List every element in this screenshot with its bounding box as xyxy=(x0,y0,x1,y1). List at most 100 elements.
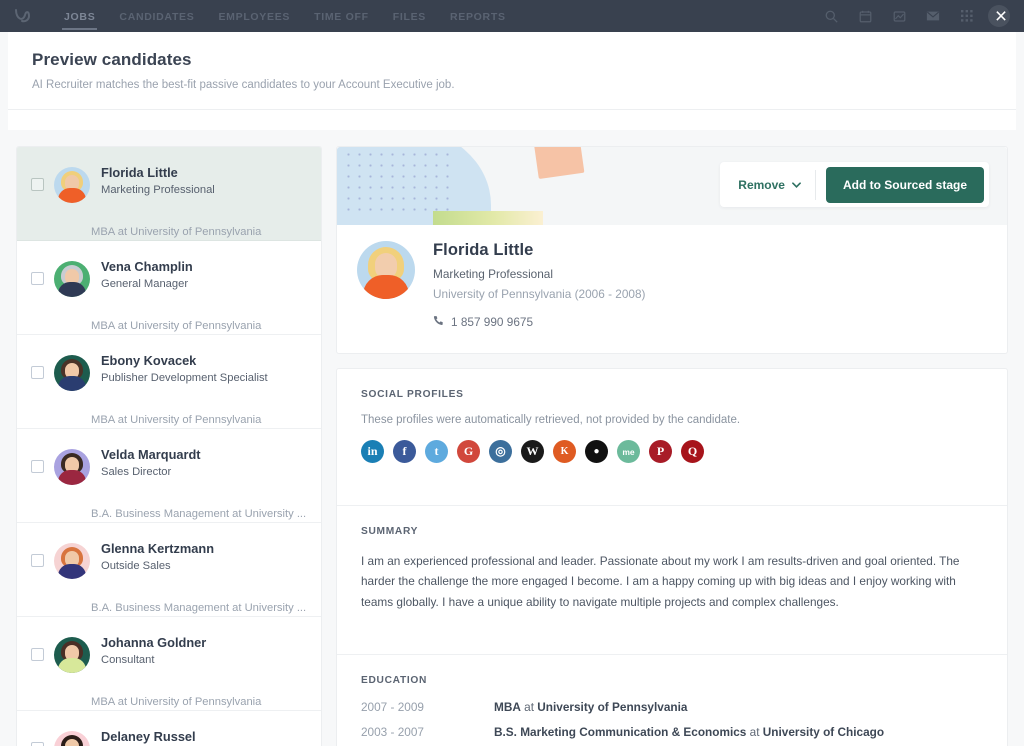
profile-name: Florida Little xyxy=(433,241,645,260)
profile-summary-block: Florida Little Marketing Professional Un… xyxy=(337,225,1007,353)
apps-grid-icon[interactable] xyxy=(950,0,984,32)
candidate-checkbox[interactable] xyxy=(31,554,44,567)
education-degree-line: MBA at University of Pennsylvania xyxy=(494,700,687,714)
klout-icon[interactable]: K xyxy=(553,440,576,463)
mail-icon[interactable] xyxy=(916,0,950,32)
candidate-title: Consultant xyxy=(101,654,307,666)
candidate-title: Sales Director xyxy=(101,466,307,478)
candidate-name: Johanna Goldner xyxy=(101,635,307,651)
linkedin-icon[interactable]: in xyxy=(361,440,384,463)
facebook-icon[interactable]: f xyxy=(393,440,416,463)
candidate-name: Delaney Russel xyxy=(101,729,307,745)
workable-logo-icon[interactable] xyxy=(0,8,52,24)
education-school: University of Pennsylvania xyxy=(537,700,687,714)
close-icon[interactable]: × xyxy=(988,3,1014,29)
education-degree: MBA xyxy=(494,700,521,714)
candidate-checkbox[interactable] xyxy=(31,366,44,379)
avatar xyxy=(54,167,90,203)
profile-details-card: SOCIAL PROFILES These profiles were auto… xyxy=(336,368,1008,746)
candidate-name: Florida Little xyxy=(101,165,307,181)
candidate-name: Ebony Kovacek xyxy=(101,353,307,369)
nav-item-files[interactable]: FILES xyxy=(381,2,438,31)
candidate-checkbox[interactable] xyxy=(31,272,44,285)
chevron-down-icon xyxy=(792,180,801,190)
education-row: 2003 - 2007 B.S. Marketing Communication… xyxy=(361,725,983,746)
candidate-row-ebony-kovacek[interactable]: Ebony Kovacek Publisher Development Spec… xyxy=(17,335,321,429)
candidate-row-johanna-goldner[interactable]: Johanna Goldner Consultant xyxy=(17,617,321,711)
aboutme-icon[interactable]: me xyxy=(617,440,640,463)
education-years: 2003 - 2007 xyxy=(361,725,494,739)
avatar xyxy=(54,543,90,579)
avatar xyxy=(54,261,90,297)
education-degree-line: B.S. Marketing Communication & Economics… xyxy=(494,725,884,739)
nav-item-candidates[interactable]: CANDIDATES xyxy=(107,2,206,31)
education-degree: B.S. Marketing Communication & Economics xyxy=(494,725,746,739)
profile-phone: 1 857 990 9675 xyxy=(451,315,533,329)
decorative-square xyxy=(534,147,585,179)
candidate-checkbox[interactable] xyxy=(31,178,44,191)
social-profiles-note: These profiles were automatically retrie… xyxy=(361,414,983,426)
search-icon[interactable] xyxy=(814,0,848,32)
summary-label: SUMMARY xyxy=(361,526,983,537)
remove-button[interactable]: Remove xyxy=(720,170,816,200)
candidate-title: Publisher Development Specialist xyxy=(101,372,307,384)
page-title: Preview candidates xyxy=(32,50,992,70)
candidate-row-delaney-russel[interactable]: Delaney Russel Marketing Coordinator xyxy=(17,711,321,746)
top-navigation-bar: JOBS CANDIDATES EMPLOYEES TIME OFF FILES… xyxy=(0,0,1024,32)
profile-hero-banner: Remove Add to Sourced stage xyxy=(337,147,1007,225)
education-at: at xyxy=(746,725,762,739)
pinterest-icon[interactable]: P xyxy=(649,440,672,463)
nav-item-time-off[interactable]: TIME OFF xyxy=(302,2,381,31)
avatar xyxy=(54,637,90,673)
education-years: 2007 - 2009 xyxy=(361,700,494,714)
candidate-detail-panel: Remove Add to Sourced stage Florida Litt xyxy=(336,146,1008,746)
modal-body: Florida Little Marketing Professional Ve… xyxy=(8,130,1016,746)
profile-action-bar: Remove Add to Sourced stage xyxy=(720,162,989,207)
add-to-sourced-stage-button[interactable]: Add to Sourced stage xyxy=(826,167,984,203)
profile-avatar xyxy=(357,241,415,299)
candidate-row-velda-marquardt[interactable]: Velda Marquardt Sales Director xyxy=(17,429,321,523)
summary-text: I am an experienced professional and lea… xyxy=(361,551,983,634)
phone-icon xyxy=(433,315,444,329)
quora-icon[interactable]: Q xyxy=(681,440,704,463)
candidate-checkbox[interactable] xyxy=(31,742,44,746)
candidate-name: Velda Marquardt xyxy=(101,447,307,463)
page-subtitle: AI Recruiter matches the best-fit passiv… xyxy=(32,79,992,91)
education-row: 2007 - 2009 MBA at University of Pennsyl… xyxy=(361,700,983,714)
nav-item-reports[interactable]: REPORTS xyxy=(438,2,518,31)
education-label: EDUCATION xyxy=(361,675,983,686)
decorative-bar xyxy=(433,211,543,225)
candidate-row-glenna-kertzmann[interactable]: Glenna Kertzmann Outside Sales xyxy=(17,523,321,617)
profile-card: Remove Add to Sourced stage Florida Litt xyxy=(336,146,1008,354)
instagram-icon[interactable]: ◎ xyxy=(489,440,512,463)
wordpress-icon[interactable]: W xyxy=(521,440,544,463)
preview-candidates-modal: Preview candidates AI Recruiter matches … xyxy=(8,28,1016,746)
twitter-icon[interactable]: t xyxy=(425,440,448,463)
remove-label: Remove xyxy=(738,178,785,192)
google-icon[interactable]: G xyxy=(457,440,480,463)
avatar xyxy=(54,731,90,746)
candidate-title: Outside Sales xyxy=(101,560,307,572)
candidate-name: Glenna Kertzmann xyxy=(101,541,307,557)
candidate-name: Vena Champlin xyxy=(101,259,307,275)
candidate-title: General Manager xyxy=(101,278,307,290)
social-profiles-section: SOCIAL PROFILES These profiles were auto… xyxy=(337,369,1007,485)
decorative-dots xyxy=(343,149,453,219)
candidate-title: Marketing Professional xyxy=(101,184,307,196)
summary-section: SUMMARY I am an experienced professional… xyxy=(337,505,1007,634)
candidate-row-vena-champlin[interactable]: Vena Champlin General Manager xyxy=(17,241,321,335)
nav-item-employees[interactable]: EMPLOYEES xyxy=(206,2,302,31)
nav-item-jobs[interactable]: JOBS xyxy=(52,2,107,31)
candidate-checkbox[interactable] xyxy=(31,648,44,661)
social-icon-row: in f t G ◎ W K ● me P Q xyxy=(361,440,983,485)
nav-links: JOBS CANDIDATES EMPLOYEES TIME OFF FILES… xyxy=(52,2,518,31)
reports-icon[interactable] xyxy=(882,0,916,32)
calendar-icon[interactable] xyxy=(848,0,882,32)
candidate-checkbox[interactable] xyxy=(31,460,44,473)
modal-header: Preview candidates AI Recruiter matches … xyxy=(8,28,1016,110)
candidate-row-florida-little[interactable]: Florida Little Marketing Professional xyxy=(17,147,321,241)
candidate-list[interactable]: Florida Little Marketing Professional Ve… xyxy=(16,146,322,746)
github-icon[interactable]: ● xyxy=(585,440,608,463)
profile-school: University of Pennsylvania (2006 - 2008) xyxy=(433,287,645,301)
education-section: EDUCATION 2007 - 2009 MBA at University … xyxy=(337,654,1007,746)
